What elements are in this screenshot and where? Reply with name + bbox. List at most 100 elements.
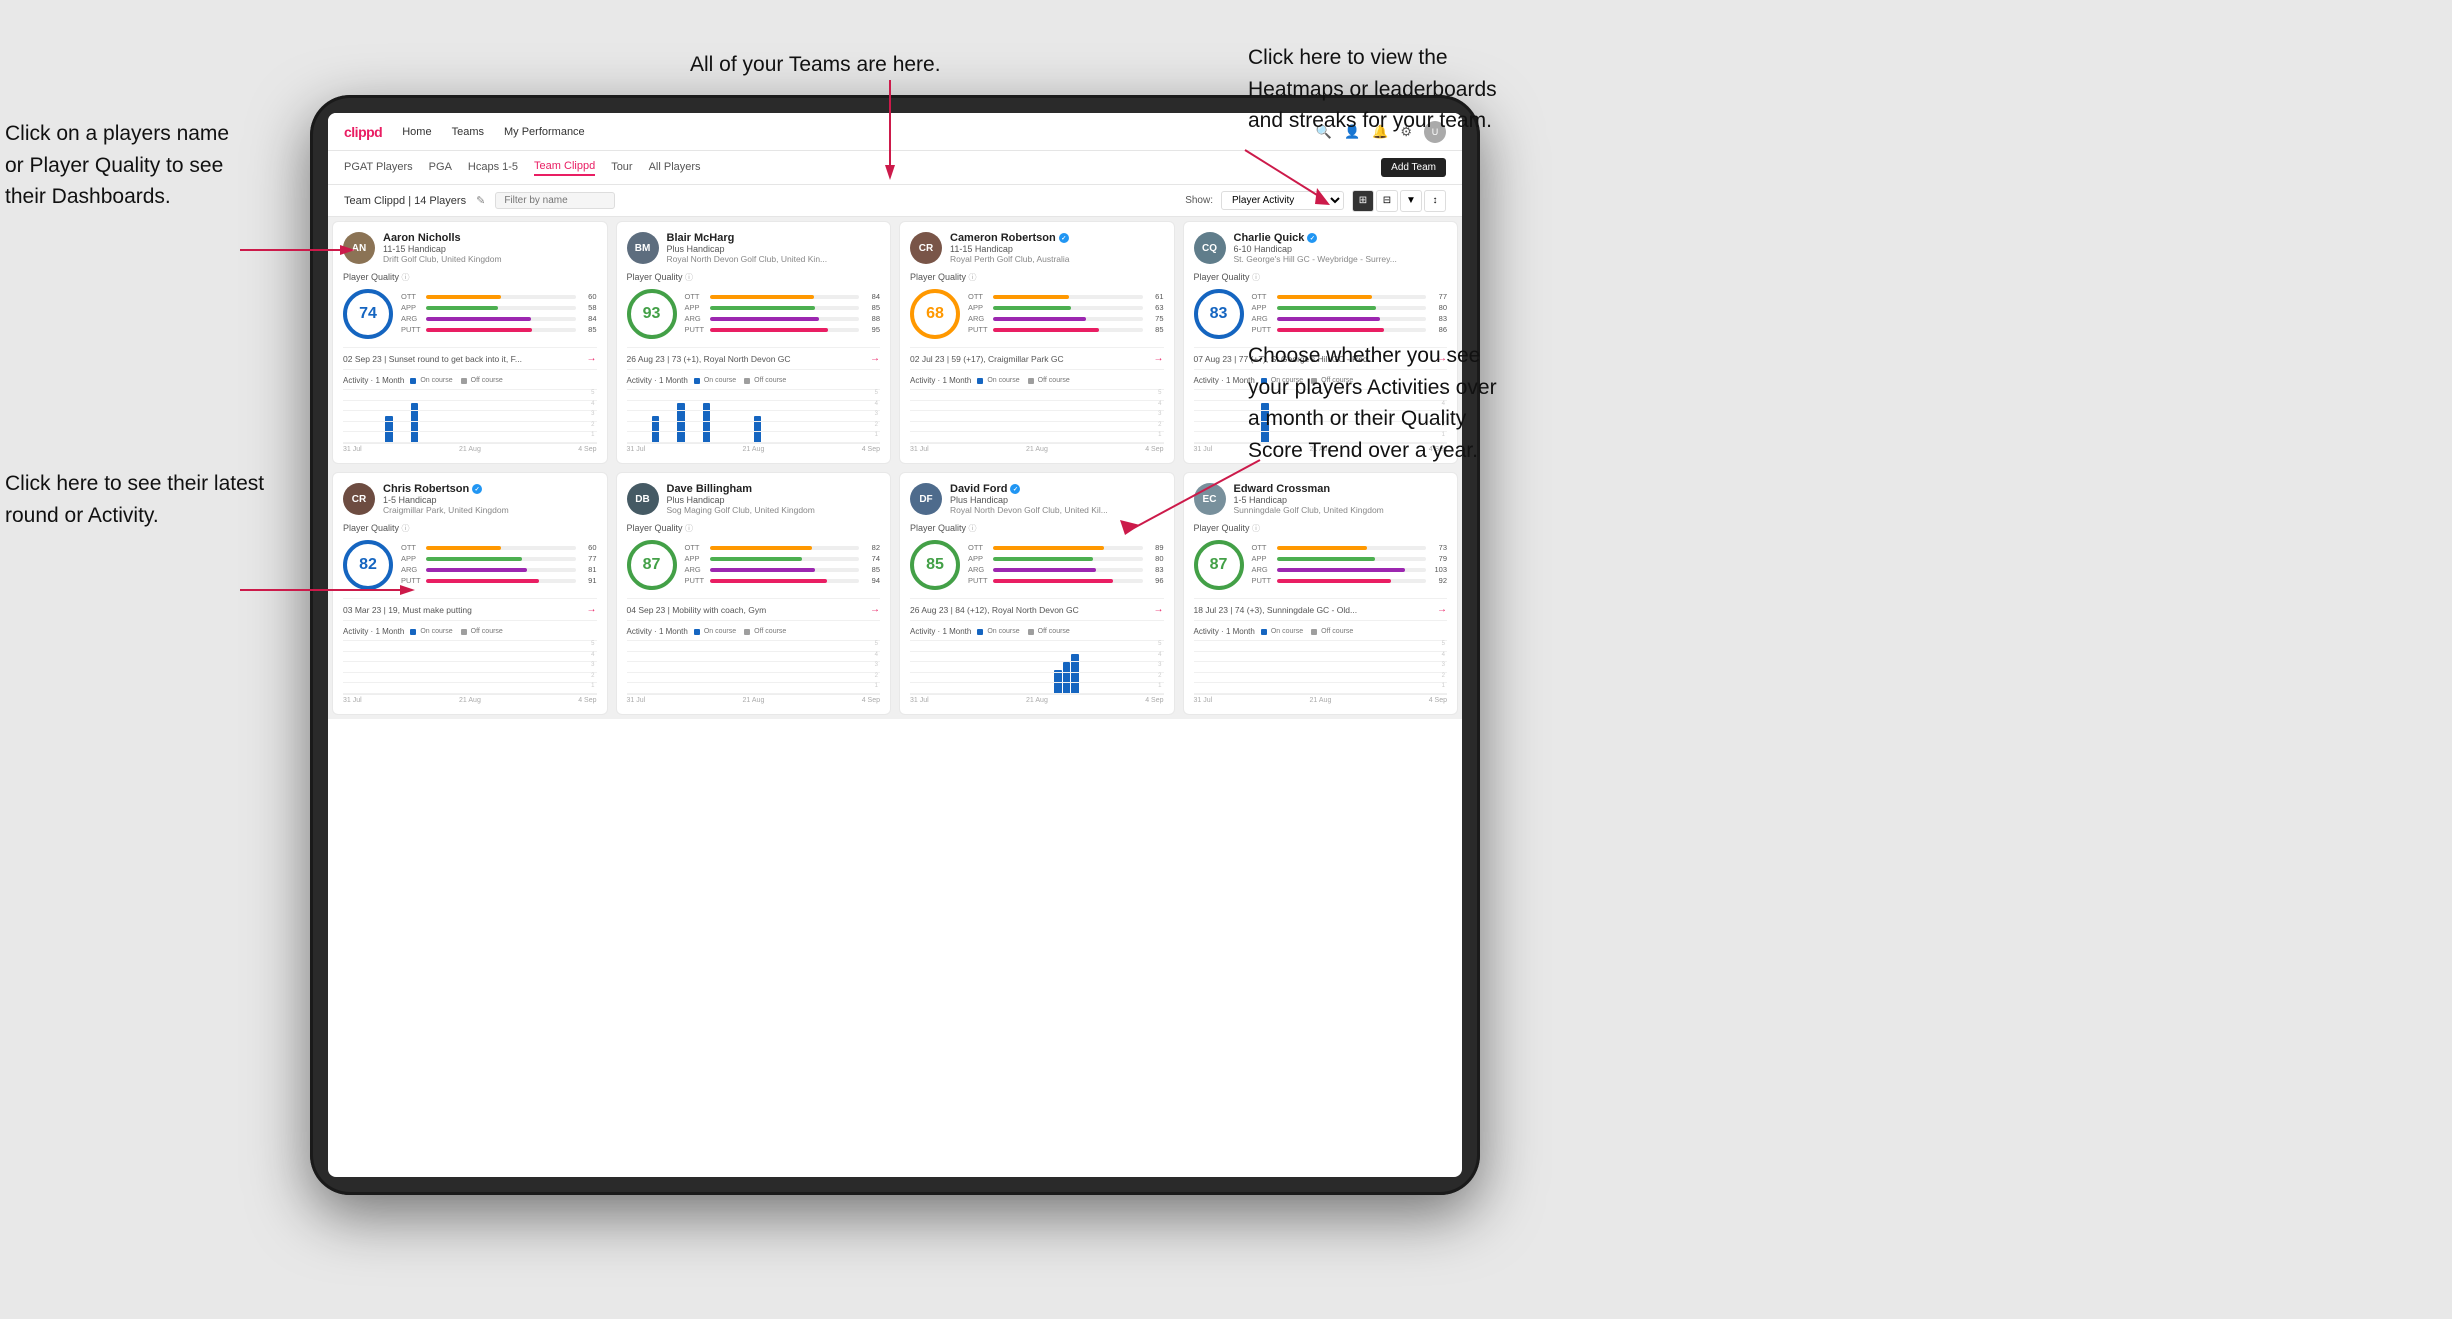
stat-row: PUTT 86: [1252, 325, 1448, 334]
activity-title: Activity · 1 Month: [910, 376, 971, 385]
player-card[interactable]: CR Cameron Robertson ✓ 11-15 Handicap Ro…: [899, 221, 1175, 464]
offcourse-dot: [744, 378, 750, 384]
stat-bar-fill: [426, 568, 527, 572]
offcourse-label: Off course: [754, 377, 786, 384]
stat-label: OTT: [401, 543, 423, 552]
chart-labels: 31 Jul 21 Aug 4 Sep: [343, 446, 597, 453]
team-title: Team Clippd | 14 Players: [344, 195, 466, 207]
nav-teams[interactable]: Teams: [452, 126, 484, 138]
quality-circle[interactable]: 85: [910, 540, 960, 590]
player-avatar[interactable]: CQ: [1194, 232, 1226, 264]
subnav-all-players[interactable]: All Players: [649, 161, 701, 175]
player-card[interactable]: BM Blair McHarg Plus Handicap Royal Nort…: [616, 221, 892, 464]
player-name[interactable]: Aaron Nicholls: [383, 232, 597, 244]
stat-value: 75: [1146, 314, 1164, 323]
player-club: Royal North Devon Golf Club, United Kin.…: [667, 254, 881, 264]
player-avatar[interactable]: CR: [910, 232, 942, 264]
quality-circle[interactable]: 68: [910, 289, 960, 339]
stat-label: OTT: [1252, 292, 1274, 301]
verified-badge: ✓: [1059, 233, 1069, 243]
activity-header: Activity · 1 Month On course Off course: [910, 627, 1164, 636]
subnav-tour[interactable]: Tour: [611, 161, 632, 175]
y-line-4: 4: [910, 651, 1164, 658]
y-line-0: [343, 442, 597, 443]
stat-row: PUTT 94: [685, 576, 881, 585]
stat-row: APP 80: [1252, 303, 1448, 312]
quality-circle[interactable]: 83: [1194, 289, 1244, 339]
player-card[interactable]: DB Dave Billingham Plus Handicap Sog Mag…: [616, 472, 892, 715]
subnav-team-clippd[interactable]: Team Clippd: [534, 160, 595, 176]
stat-value: 60: [579, 292, 597, 301]
stat-bar-bg: [710, 557, 860, 561]
player-name[interactable]: Cameron Robertson ✓: [950, 232, 1164, 244]
activity-legend: On course Off course: [410, 377, 502, 384]
y-line-5: 5: [627, 389, 881, 396]
nav-logo: clippd: [344, 124, 382, 140]
latest-round[interactable]: 26 Aug 23 | 84 (+12), Royal North Devon …: [910, 598, 1164, 621]
player-name[interactable]: Chris Robertson ✓: [383, 483, 597, 495]
latest-round[interactable]: 26 Aug 23 | 73 (+1), Royal North Devon G…: [627, 347, 881, 370]
oncourse-dot: [1261, 629, 1267, 635]
chart-label-end: 4 Sep: [578, 446, 596, 453]
nav-home[interactable]: Home: [402, 126, 431, 138]
stat-value: 82: [862, 543, 880, 552]
chart-area: 5 4 3 2 1: [343, 640, 597, 695]
y-line-4: 4: [627, 400, 881, 407]
player-handicap: 11-15 Handicap: [950, 244, 1164, 254]
add-team-button[interactable]: Add Team: [1381, 158, 1446, 177]
search-input[interactable]: [495, 192, 615, 209]
filter-button[interactable]: ▼: [1400, 190, 1422, 212]
stat-bar-fill: [993, 546, 1104, 550]
stat-bar-bg: [426, 317, 576, 321]
player-name[interactable]: Dave Billingham: [667, 483, 881, 495]
stat-row: OTT 73: [1252, 543, 1448, 552]
stat-label: PUTT: [968, 325, 990, 334]
stat-value: 89: [1146, 543, 1164, 552]
player-avatar[interactable]: DB: [627, 483, 659, 515]
quality-circle[interactable]: 87: [627, 540, 677, 590]
player-name[interactable]: Charlie Quick ✓: [1234, 232, 1448, 244]
sort-button[interactable]: ↕: [1424, 190, 1446, 212]
player-name[interactable]: Blair McHarg: [667, 232, 881, 244]
chart-label-end: 4 Sep: [862, 446, 880, 453]
stat-bar-fill: [993, 295, 1069, 299]
quality-circle[interactable]: 74: [343, 289, 393, 339]
latest-round[interactable]: 02 Sep 23 | Sunset round to get back int…: [343, 347, 597, 370]
nav-my-performance[interactable]: My Performance: [504, 126, 585, 138]
chart-bar: [1054, 670, 1061, 694]
stat-row: OTT 60: [401, 543, 597, 552]
chart-label-mid: 21 Aug: [1026, 697, 1048, 704]
verified-badge: ✓: [472, 484, 482, 494]
quality-circle[interactable]: 87: [1194, 540, 1244, 590]
stat-label: ARG: [685, 314, 707, 323]
quality-circle[interactable]: 93: [627, 289, 677, 339]
stat-bar-fill: [993, 568, 1096, 572]
y-line-5: 5: [343, 389, 597, 396]
latest-round[interactable]: 04 Sep 23 | Mobility with coach, Gym →: [627, 598, 881, 621]
arrow-top-center: [840, 75, 940, 195]
subnav-pga[interactable]: PGA: [429, 161, 452, 175]
player-avatar[interactable]: BM: [627, 232, 659, 264]
player-avatar[interactable]: CR: [343, 483, 375, 515]
y-line-3: 3: [1194, 661, 1448, 668]
player-avatar[interactable]: DF: [910, 483, 942, 515]
player-card[interactable]: AN Aaron Nicholls 11-15 Handicap Drift G…: [332, 221, 608, 464]
player-name[interactable]: Edward Crossman: [1234, 483, 1448, 495]
stat-value: 88: [862, 314, 880, 323]
edit-icon[interactable]: ✎: [476, 194, 485, 207]
activity-header: Activity · 1 Month On course Off course: [627, 376, 881, 385]
player-club: Royal Perth Golf Club, Australia: [950, 254, 1164, 264]
stat-label: PUTT: [401, 325, 423, 334]
latest-round[interactable]: 18 Jul 23 | 74 (+3), Sunningdale GC - Ol…: [1194, 598, 1448, 621]
grid-view-3-button[interactable]: ⊟: [1376, 190, 1398, 212]
latest-round[interactable]: 02 Jul 23 | 59 (+17), Craigmillar Park G…: [910, 347, 1164, 370]
stat-value: 60: [579, 543, 597, 552]
stat-bar-bg: [1277, 557, 1427, 561]
stat-bar-fill: [993, 317, 1086, 321]
stat-row: PUTT 95: [685, 325, 881, 334]
stat-bar-bg: [993, 306, 1143, 310]
subnav-pgat[interactable]: PGAT Players: [344, 161, 413, 175]
stat-bar-bg: [1277, 579, 1427, 583]
subnav-hcaps[interactable]: Hcaps 1-5: [468, 161, 518, 175]
stat-value: 85: [1146, 325, 1164, 334]
